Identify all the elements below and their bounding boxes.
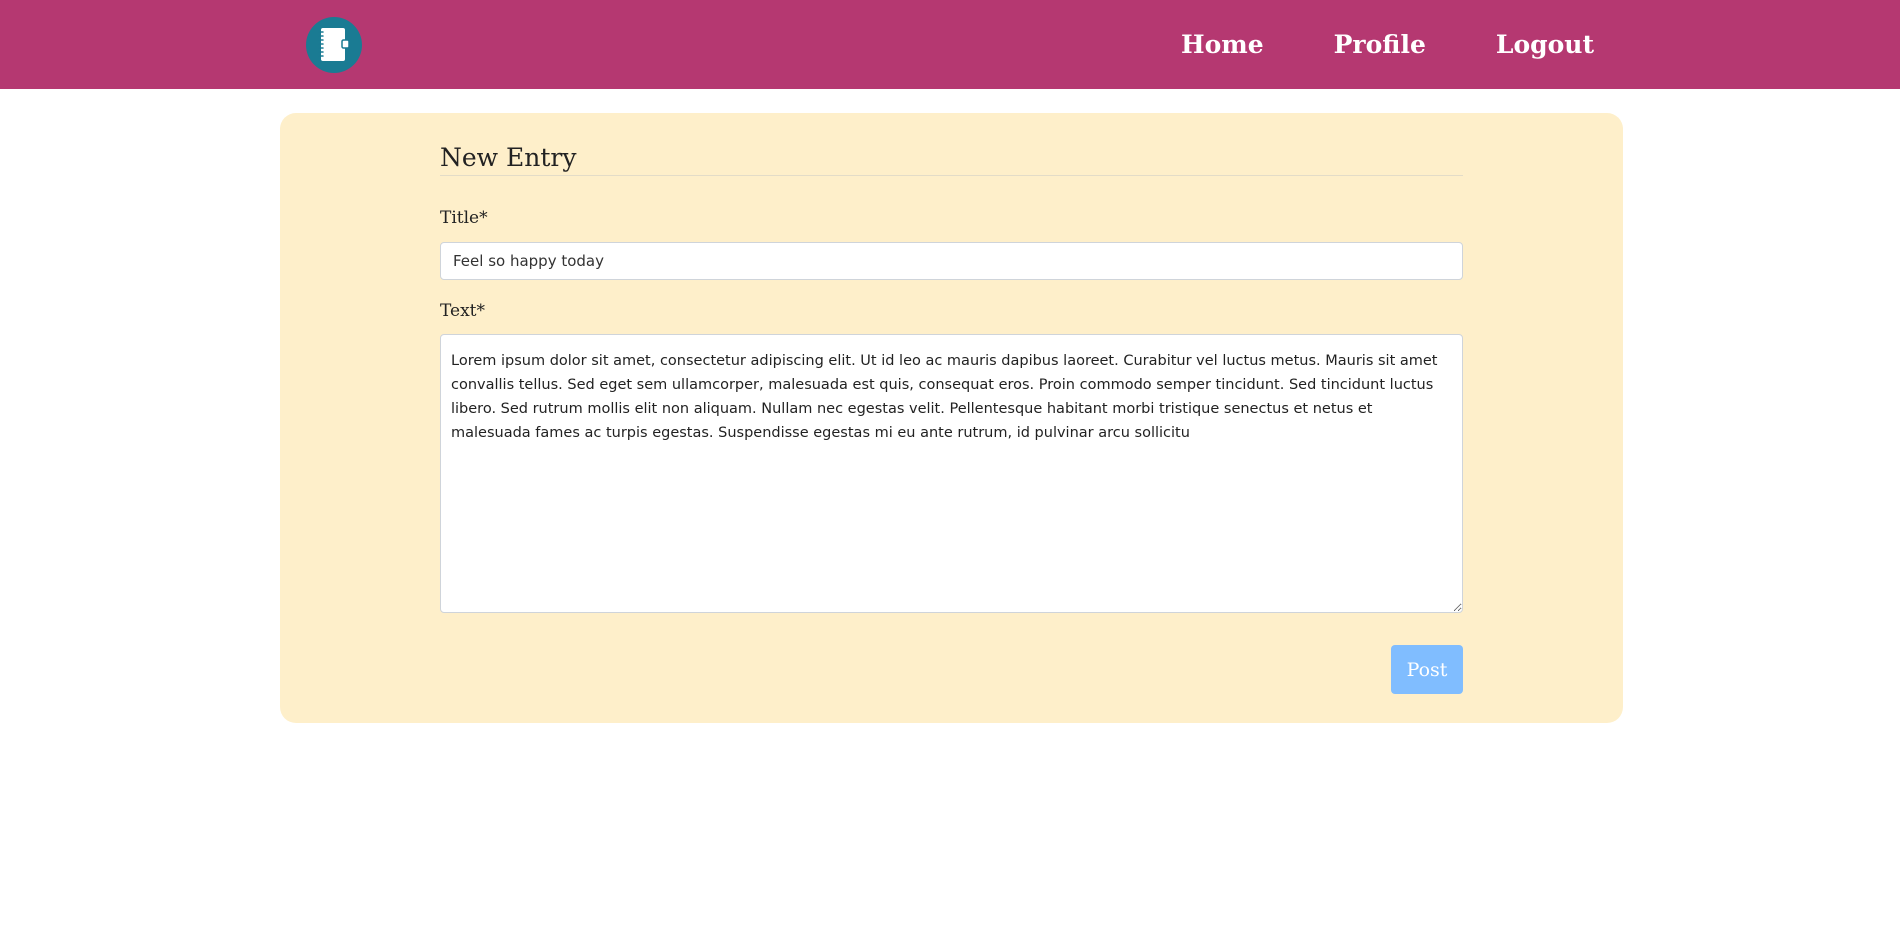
notebook-icon — [318, 28, 350, 61]
logo[interactable] — [306, 17, 362, 73]
nav-link-profile[interactable]: Profile — [1334, 30, 1426, 59]
entry-card: New Entry Title* Text* Lorem ipsum dolor… — [280, 113, 1623, 723]
title-label: Title* — [440, 208, 488, 228]
post-button[interactable]: Post — [1391, 645, 1463, 694]
nav-link-home[interactable]: Home — [1181, 30, 1264, 59]
navbar: Home Profile Logout — [0, 0, 1900, 89]
text-input[interactable]: Lorem ipsum dolor sit amet, consectetur … — [440, 334, 1463, 613]
text-label: Text* — [440, 301, 485, 321]
nav-links: Home Profile Logout — [1111, 0, 1594, 89]
title-input[interactable] — [440, 242, 1463, 280]
nav-link-logout[interactable]: Logout — [1496, 30, 1594, 59]
page-title: New Entry — [440, 143, 1463, 176]
